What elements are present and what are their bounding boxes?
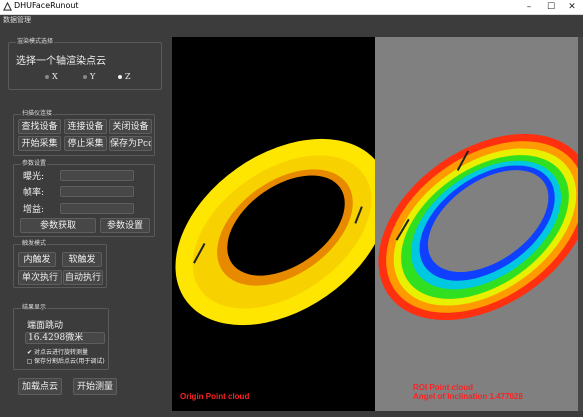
title-bar: DHUFaceRunout – ☐ ✕: [0, 0, 583, 15]
params-group: 参数设置 曝光: 帧率: 增益: 参数获取 参数设置: [13, 160, 155, 237]
stop-capture-button[interactable]: 停止采集: [64, 136, 107, 151]
minimize-button[interactable]: –: [519, 0, 539, 14]
origin-cloud-label: Origin Point cloud: [180, 392, 250, 401]
gain-label: 增益:: [23, 205, 45, 215]
radio-z-dot: [118, 75, 122, 79]
radio-x-dot: [45, 75, 49, 79]
framerate-label: 帧率:: [23, 188, 45, 198]
app-icon: [3, 2, 12, 11]
result-title: 结果显示: [21, 304, 48, 312]
find-device-button[interactable]: 查找设备: [18, 119, 61, 134]
radio-z[interactable]: Z: [118, 72, 131, 81]
internal-trigger-button[interactable]: 内触发: [18, 252, 56, 267]
start-capture-button[interactable]: 开始采集: [18, 136, 61, 151]
set-params-button[interactable]: 参数设置: [100, 218, 150, 233]
render-mode-prompt: 选择一个轴渲染点云: [16, 56, 106, 67]
save-segment-checkbox-label: 保存分割后点云(用于调试): [34, 358, 105, 365]
result-group: 结果显示 端面跳动 16.4298微米 ✔ 对点云进行旋转测量 保存分割后点云(用…: [13, 304, 109, 370]
control-panel: 渲染模式选择 选择一个轴渲染点云 X Y Z 扫描仪连接 查找设备 连接设备 关…: [0, 25, 171, 417]
save-segment-box-icon: [27, 359, 32, 364]
radio-y-label: Y: [90, 72, 96, 81]
viewer-scrollbar[interactable]: [578, 37, 583, 411]
framerate-input[interactable]: [60, 186, 134, 197]
scanner-group: 扫描仪连接 查找设备 连接设备 关闭设备 开始采集 停止采集 保存为Pcd: [13, 110, 155, 156]
exposure-label: 曝光:: [23, 172, 45, 182]
connect-device-button[interactable]: 连接设备: [64, 119, 107, 134]
menu-data-management[interactable]: 数据管理: [3, 15, 31, 25]
gain-input[interactable]: [60, 203, 134, 214]
rotate-check-icon: ✔: [27, 349, 33, 356]
get-params-button[interactable]: 参数获取: [20, 218, 96, 233]
exposure-input[interactable]: [60, 170, 134, 181]
save-segment-checkbox[interactable]: 保存分割后点云(用于调试): [27, 356, 105, 365]
radio-y-dot: [83, 75, 87, 79]
origin-cloud-viewer[interactable]: Origin Point cloud: [172, 37, 375, 411]
scanner-title: 扫描仪连接: [21, 110, 54, 118]
render-mode-group: 渲染模式选择 选择一个轴渲染点云 X Y Z: [8, 38, 162, 90]
runout-label: 端面跳动: [27, 321, 64, 331]
runout-value: 16.4298微米: [25, 332, 105, 344]
radio-y[interactable]: Y: [83, 72, 95, 81]
window-title: DHUFaceRunout: [14, 1, 79, 10]
radio-x[interactable]: X: [45, 72, 58, 81]
close-device-button[interactable]: 关闭设备: [109, 119, 152, 134]
maximize-button[interactable]: ☐: [541, 0, 561, 14]
origin-cloud-render: [175, 138, 375, 326]
save-pcd-button[interactable]: 保存为Pcd: [109, 136, 152, 151]
menu-bar: 数据管理: [0, 15, 583, 25]
roi-cloud-render: [378, 133, 578, 321]
radio-x-label: X: [52, 72, 58, 81]
radio-z-label: Z: [125, 72, 131, 81]
render-mode-title: 渲染模式选择: [16, 38, 55, 46]
rotate-checkbox-label: 对点云进行旋转测量: [34, 349, 89, 356]
single-run-button[interactable]: 单次执行: [18, 270, 62, 285]
rotate-checkbox[interactable]: ✔ 对点云进行旋转测量: [27, 347, 88, 356]
trigger-group: 触发模式 内触发 软触发 单次执行 自动执行: [13, 240, 107, 288]
params-title: 参数设置: [21, 160, 48, 168]
inclination-angle-label: Angel of Inclination 1.477028: [413, 392, 523, 401]
start-measure-button[interactable]: 开始测量: [73, 378, 117, 395]
trigger-title: 触发模式: [21, 240, 48, 248]
software-trigger-button[interactable]: 软触发: [62, 252, 102, 267]
auto-run-button[interactable]: 自动执行: [63, 270, 103, 285]
roi-cloud-label: ROI Point cloud: [413, 383, 473, 392]
close-button[interactable]: ✕: [562, 0, 582, 14]
roi-cloud-viewer[interactable]: ROI Point cloud Angel of Inclination 1.4…: [375, 37, 578, 411]
load-cloud-button[interactable]: 加载点云: [18, 378, 62, 395]
